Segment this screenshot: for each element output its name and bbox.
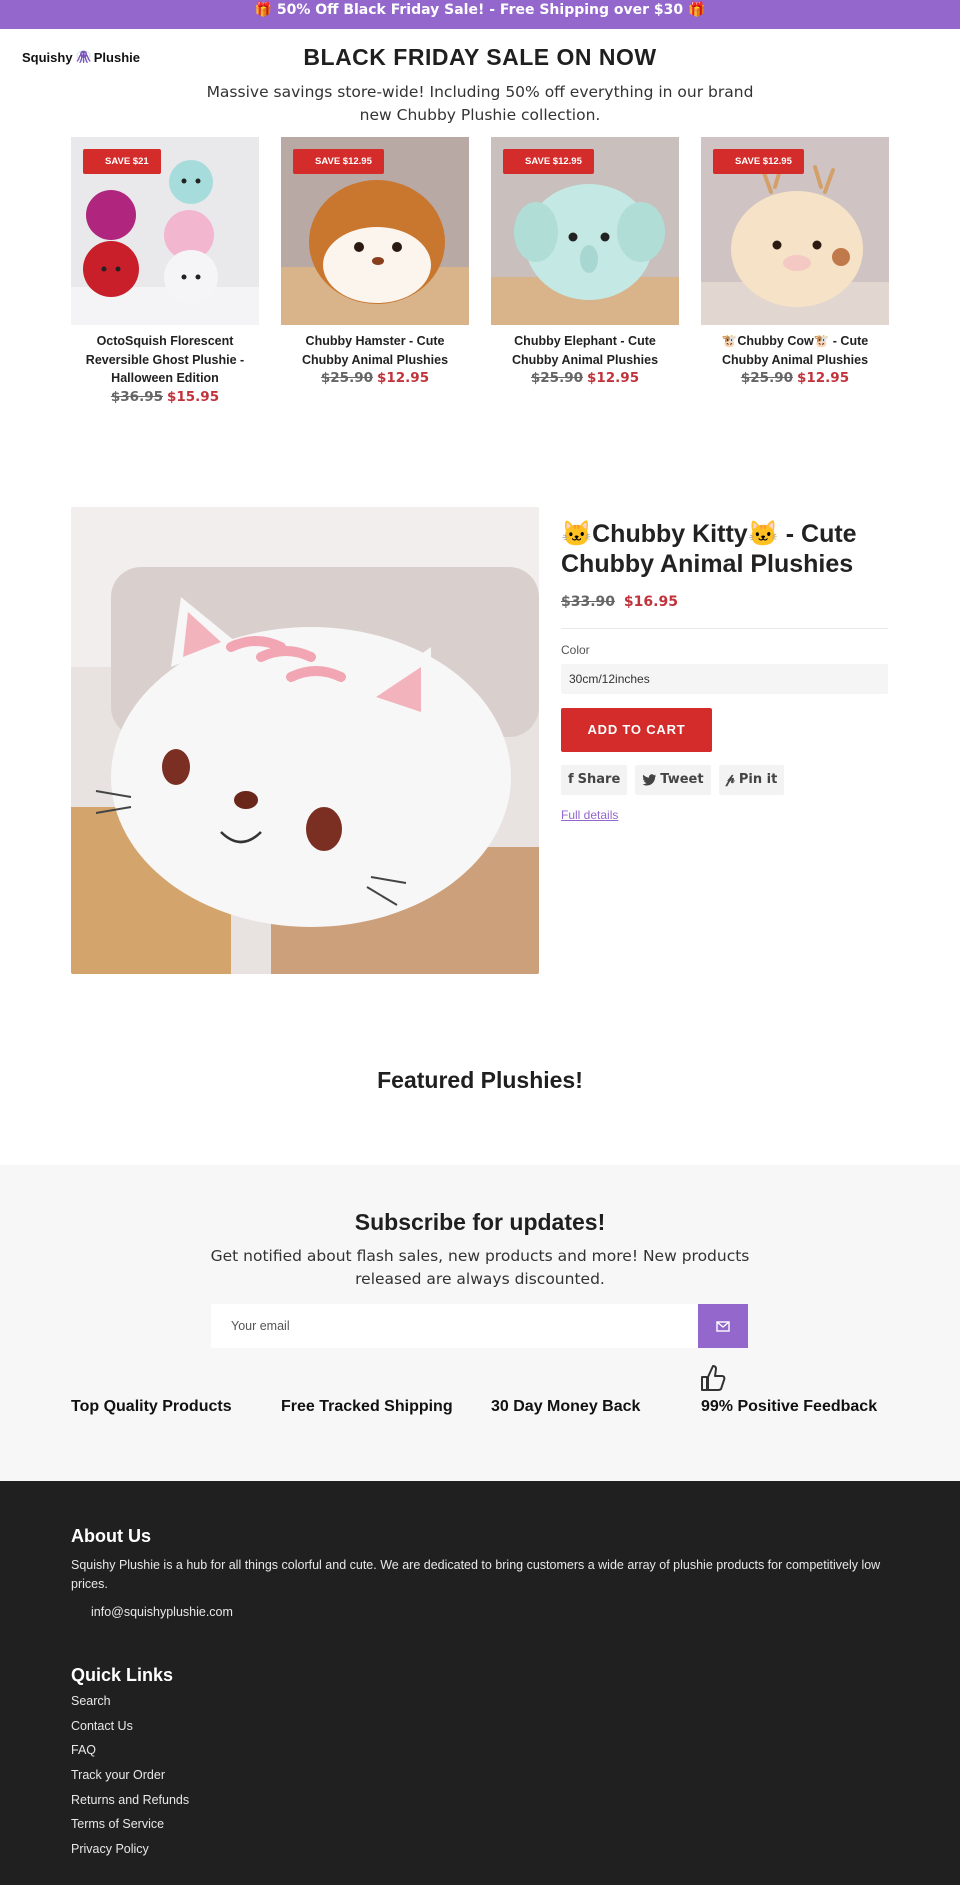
footer-link-faq[interactable]: FAQ: [71, 1743, 189, 1768]
feature-quality: Top Quality Products: [71, 1398, 232, 1415]
product-card[interactable]: SAVE $12.95 Chubby Elephant - Cute Chubb…: [491, 137, 679, 386]
pinterest-icon: 𝓅: [725, 772, 735, 787]
product-title[interactable]: Chubby Hamster - Cute Chubby Animal Plus…: [281, 332, 469, 369]
feature-shipping: Free Tracked Shipping: [281, 1398, 453, 1415]
announcement-text: 🎁 50% Off Black Friday Sale! - Free Ship…: [254, 2, 706, 18]
save-badge: SAVE $12.95: [503, 149, 594, 174]
footer-link-privacy[interactable]: Privacy Policy: [71, 1842, 189, 1867]
product-price: $36.95 $15.95: [71, 389, 259, 405]
subscribe-section: Subscribe for updates! Get notified abou…: [0, 1165, 960, 1481]
header: Squishy Plushie BLACK FRIDAY SALE ON NOW…: [0, 29, 960, 137]
footer-link-search[interactable]: Search: [71, 1694, 189, 1719]
save-badge: SAVE $12.95: [293, 149, 384, 174]
sale-subheading: Massive savings store-wide! Including 50…: [206, 83, 754, 124]
footer-link-contact[interactable]: Contact Us: [71, 1719, 189, 1744]
footer-link-track-order[interactable]: Track your Order: [71, 1768, 189, 1793]
product-title[interactable]: 🐮Chubby Cow🐮 - Cute Chubby Animal Plushi…: [701, 332, 889, 369]
share-label: Share: [577, 772, 621, 787]
product-price: $25.90 $12.95: [281, 370, 469, 386]
tweet-label: Tweet: [660, 772, 704, 787]
save-badge: SAVE $12.95: [713, 149, 804, 174]
product-title[interactable]: OctoSquish Florescent Reversible Ghost P…: [71, 332, 259, 388]
contact-email[interactable]: info@squishyplushie.com: [91, 1605, 233, 1619]
featured-product: 🐱Chubby Kitty🐱 - Cute Chubby Animal Plus…: [0, 507, 960, 1027]
feature-money-back: 30 Day Money Back: [491, 1398, 641, 1415]
product-price: $33.90 $16.95: [561, 594, 678, 610]
facebook-icon: f: [568, 772, 574, 787]
sale-price: $16.95: [623, 594, 678, 610]
tweet-button[interactable]: Tweet: [635, 765, 711, 795]
product-price: $25.90 $12.95: [701, 370, 889, 386]
quick-links-title: Quick Links: [71, 1665, 174, 1685]
feature-feedback: 99% Positive Feedback: [701, 1398, 878, 1415]
product-grid: SAVE $21 OctoSquish Florescent Reversibl…: [0, 137, 960, 437]
product-title[interactable]: Chubby Elephant - Cute Chubby Animal Plu…: [491, 332, 679, 369]
sale-heading: BLACK FRIDAY SALE ON NOW: [303, 44, 657, 70]
product-image[interactable]: SAVE $12.95: [701, 137, 889, 325]
compare-price: $25.90: [320, 370, 373, 386]
sale-price: $12.95: [587, 370, 640, 386]
product-main-image[interactable]: [71, 507, 539, 974]
twitter-icon: [642, 774, 657, 786]
color-select[interactable]: 30cm/12inches: [561, 664, 888, 694]
compare-price: $25.90: [740, 370, 793, 386]
about-text: Squishy Plushie is a hub for all things …: [71, 1558, 881, 1591]
quick-links: Search Contact Us FAQ Track your Order R…: [71, 1694, 189, 1867]
product-price: $25.90 $12.95: [491, 370, 679, 386]
sale-price: $12.95: [797, 370, 850, 386]
compare-price: $25.90: [530, 370, 583, 386]
subscribe-title: Subscribe for updates!: [354, 1209, 606, 1235]
save-badge: SAVE $21: [83, 149, 161, 174]
product-card[interactable]: SAVE $12.95 🐮Chubby Cow🐮 - Cute Chubby A…: [701, 137, 889, 386]
email-input[interactable]: Your email: [211, 1304, 698, 1348]
product-card[interactable]: SAVE $12.95 Chubby Hamster - Cute Chubby…: [281, 137, 469, 386]
pin-button[interactable]: 𝓅 Pin it: [718, 765, 785, 795]
product-image[interactable]: SAVE $12.95: [491, 137, 679, 325]
about-title: About Us: [71, 1526, 151, 1546]
add-to-cart-button[interactable]: ADD TO CART: [561, 708, 712, 752]
option-label: Color: [561, 643, 590, 657]
compare-price: $36.95: [110, 388, 163, 405]
share-button[interactable]: f Share: [561, 765, 628, 795]
subscribe-button[interactable]: [698, 1304, 748, 1348]
sale-price: $12.95: [377, 370, 430, 386]
announcement-bar: 🎁 50% Off Black Friday Sale! - Free Ship…: [0, 0, 960, 29]
product-card[interactable]: SAVE $21 OctoSquish Florescent Reversibl…: [71, 137, 259, 405]
sale-price: $15.95: [167, 388, 220, 405]
footer: About Us Squishy Plushie is a hub for al…: [0, 1481, 960, 1885]
subscribe-text: Get notified about flash sales, new prod…: [210, 1247, 750, 1288]
social-share: f Share Tweet 𝓅 Pin it: [561, 765, 785, 795]
featured-heading: Featured Plushies!: [377, 1067, 583, 1093]
full-details-link[interactable]: Full details: [561, 808, 618, 822]
pin-label: Pin it: [738, 772, 778, 787]
product-image[interactable]: SAVE $21: [71, 137, 259, 325]
product-title: 🐱Chubby Kitty🐱 - Cute Chubby Animal Plus…: [561, 520, 857, 578]
footer-link-terms[interactable]: Terms of Service: [71, 1817, 189, 1842]
product-image[interactable]: SAVE $12.95: [281, 137, 469, 325]
compare-price: $33.90: [561, 594, 616, 610]
envelope-icon: [716, 1320, 730, 1332]
thumbs-up-icon: [701, 1365, 726, 1391]
footer-link-returns[interactable]: Returns and Refunds: [71, 1793, 189, 1818]
divider: [561, 628, 888, 629]
